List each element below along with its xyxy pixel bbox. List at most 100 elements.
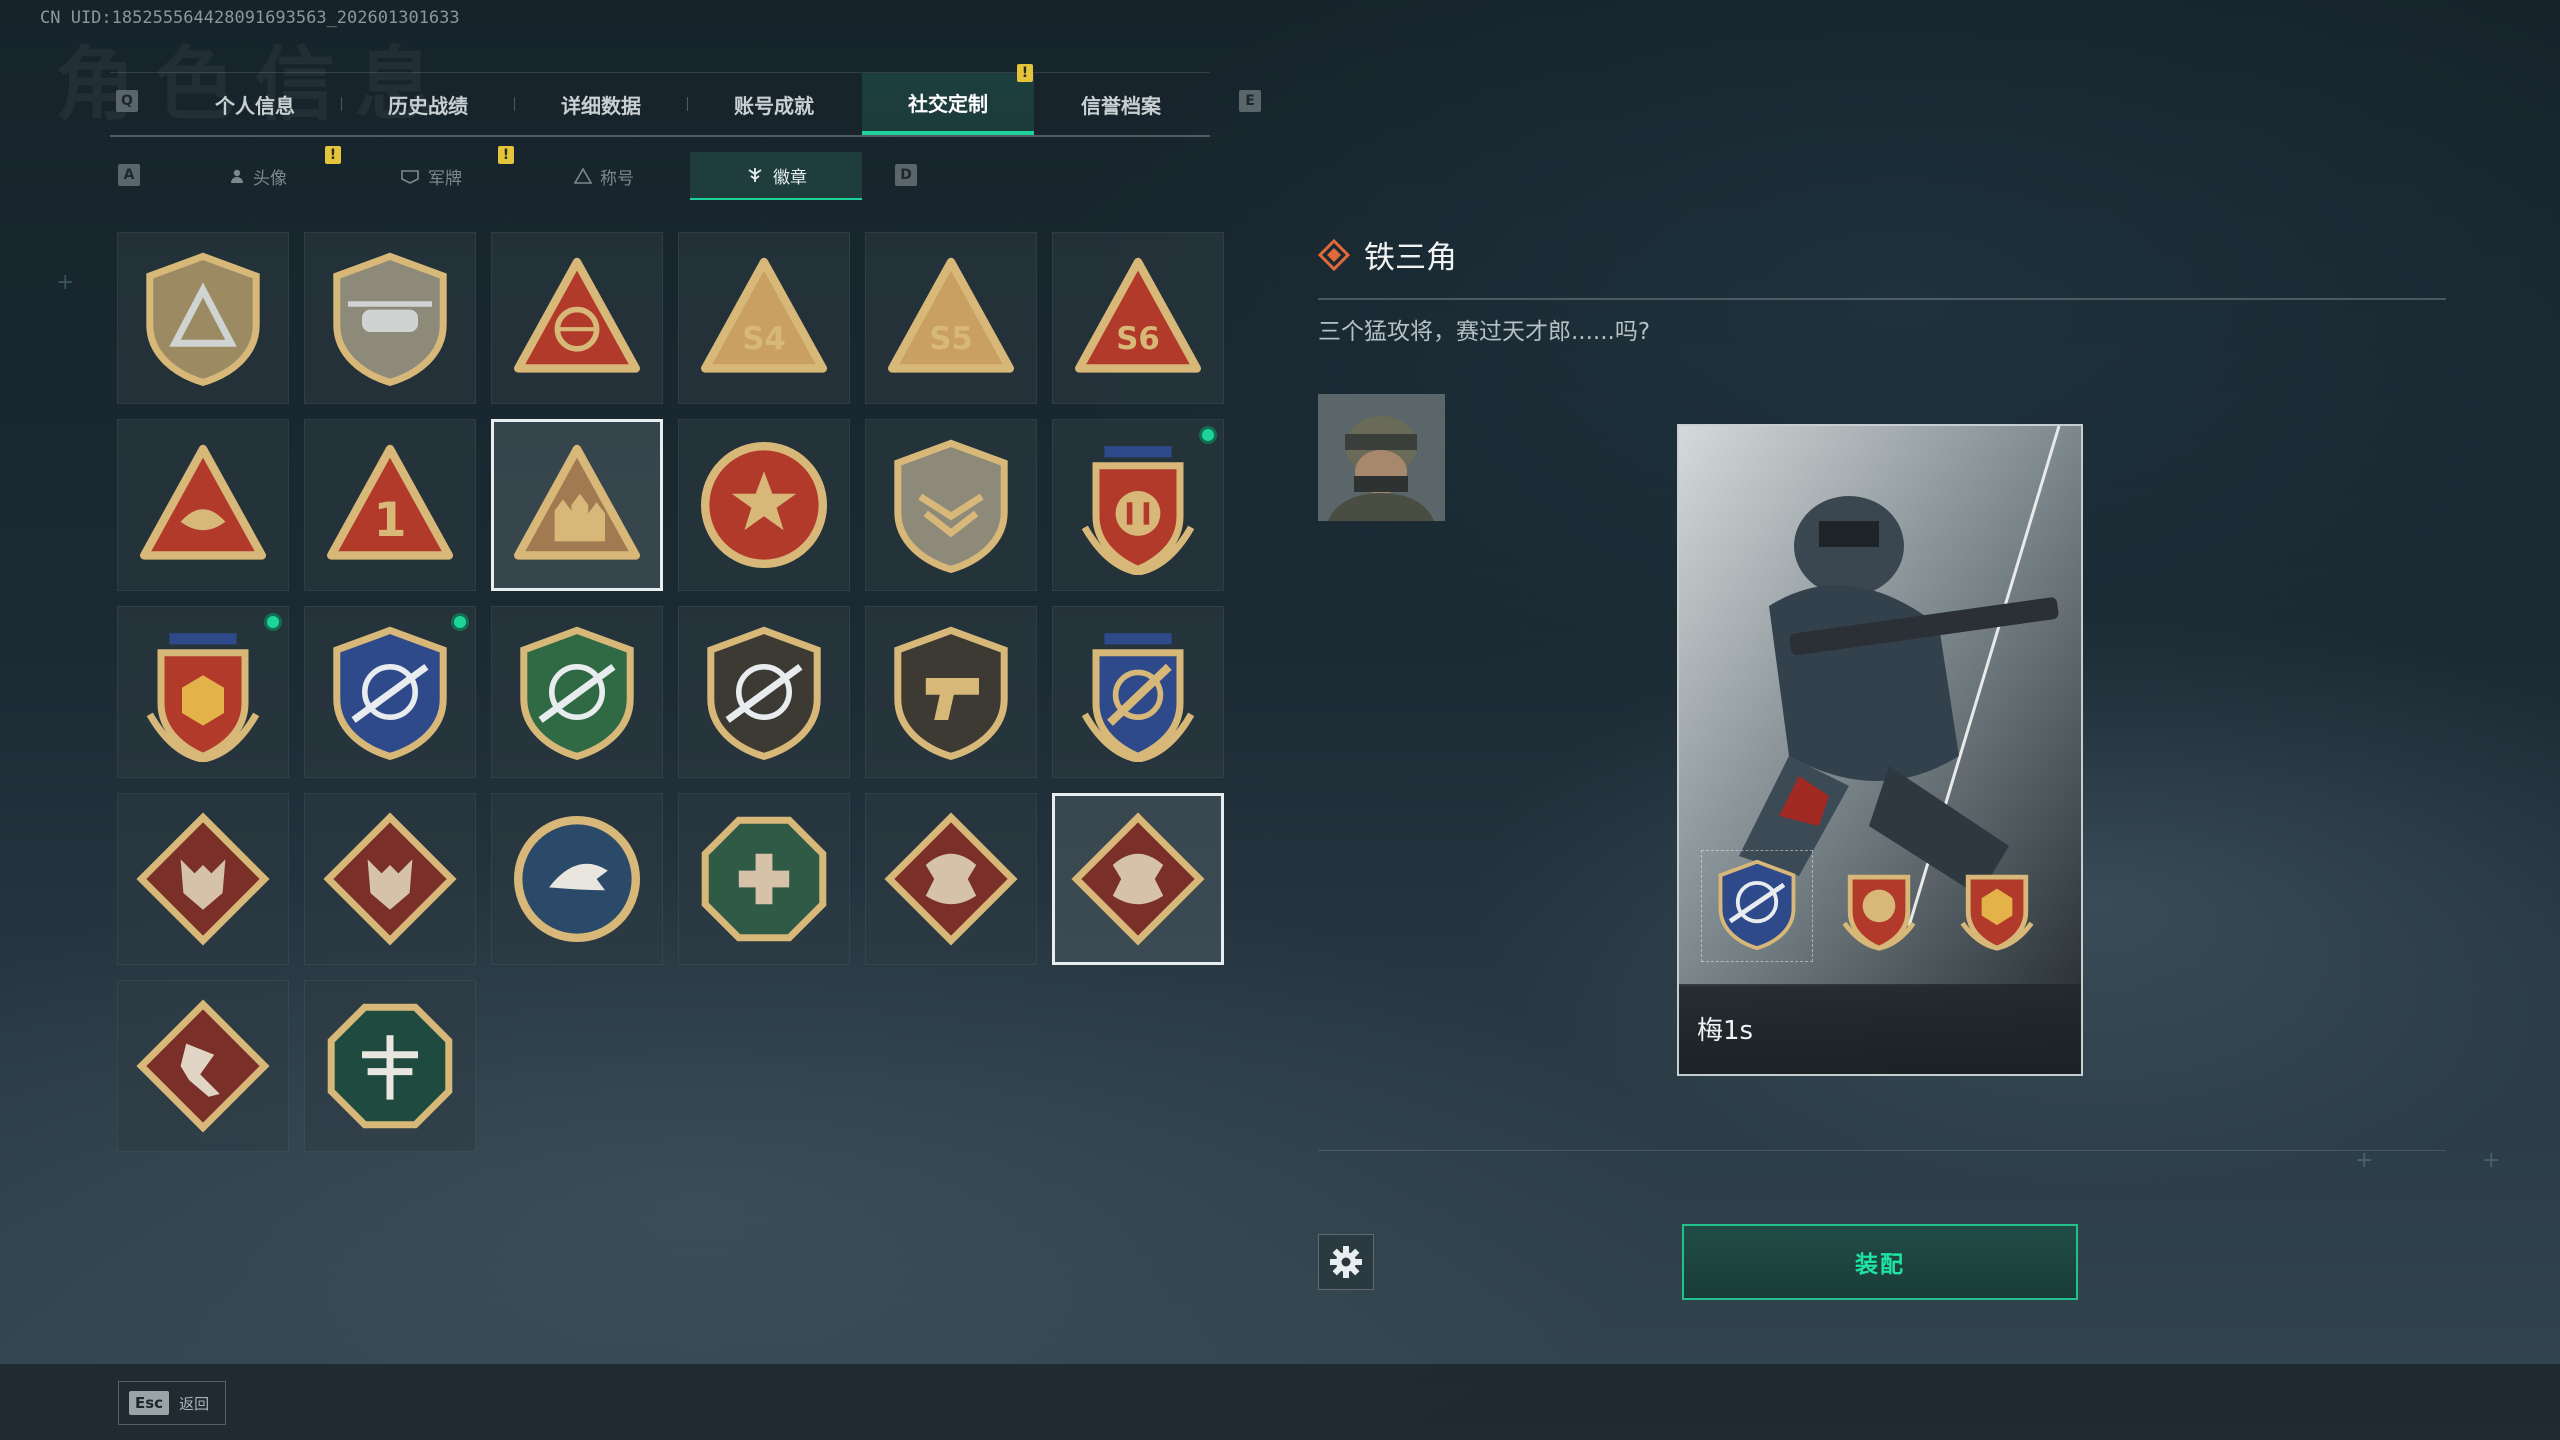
- diamond-rank-icon: [1318, 238, 1350, 271]
- badge-globe-triangle-icon: [514, 257, 640, 373]
- subtab-alert-icon: !: [498, 146, 514, 164]
- badge-dragon-1-icon: [884, 812, 1018, 946]
- subtab-badge-label: 徽章: [773, 167, 807, 188]
- badge-cell[interactable]: S4: [678, 232, 850, 404]
- badge-cell[interactable]: S6: [1052, 232, 1224, 404]
- badge-cell[interactable]: [678, 419, 850, 591]
- badge-icon: [748, 168, 762, 182]
- person-icon: [231, 169, 243, 183]
- subtab-title[interactable]: 称号: [518, 152, 690, 200]
- svg-text:S5: S5: [929, 321, 973, 357]
- badge-cell[interactable]: [865, 419, 1037, 591]
- badge-title: 铁三角: [1364, 240, 1457, 276]
- tab-history[interactable]: 历史战绩: [342, 73, 514, 135]
- badge-cell[interactable]: [678, 793, 850, 965]
- esc-key: Esc: [129, 1391, 170, 1415]
- badge-s6-icon: S6: [1075, 257, 1201, 373]
- subtab-next-key[interactable]: D: [895, 164, 917, 186]
- subtab-alert-icon: !: [325, 146, 341, 164]
- badge-number-one-icon: 1: [327, 444, 453, 560]
- badge-cell[interactable]: [491, 232, 663, 404]
- badge-cell[interactable]: [1052, 419, 1224, 591]
- svg-text:1: 1: [373, 493, 406, 548]
- equipped-badge-sniper-icon: [1718, 859, 1796, 951]
- badge-helicopter-icon: [333, 252, 447, 387]
- equip-button[interactable]: 装配: [1682, 1224, 2078, 1300]
- badge-squad-icon: [514, 444, 640, 560]
- tab-social-custom[interactable]: 社交定制: [862, 73, 1034, 135]
- dogtag-icon: [401, 170, 419, 184]
- badge-cell[interactable]: [117, 606, 289, 778]
- back-label: 返回: [179, 1394, 210, 1413]
- decor-cross-icon: +: [2482, 1148, 2501, 1173]
- badge-cell[interactable]: [304, 793, 476, 965]
- footer-bar: [0, 1364, 2560, 1440]
- badge-rifle-dark-icon: [707, 626, 821, 761]
- badge-dragon-2-icon: [1071, 812, 1205, 946]
- card-player-name: 梅1s: [1697, 1016, 1754, 1046]
- badge-sniper-blue-icon: [333, 626, 447, 761]
- badge-s4-icon: S4: [701, 257, 827, 373]
- badge-cell[interactable]: [117, 793, 289, 965]
- back-button[interactable]: Esc 返回: [118, 1381, 226, 1425]
- subtab-avatar-label: 头像: [253, 168, 287, 189]
- badge-hands-triangle-icon: [140, 444, 266, 560]
- title-icon: [574, 168, 592, 184]
- decor-cross-icon: +: [56, 270, 75, 295]
- badge-cell[interactable]: [304, 980, 476, 1152]
- tab-alert-icon: !: [1017, 64, 1033, 82]
- subtab-avatar[interactable]: 头像: [172, 152, 344, 200]
- card-name-bar: 梅1s: [1679, 984, 2081, 1074]
- badge-cell[interactable]: [1052, 606, 1224, 778]
- badge-crest-hex-icon: [146, 633, 260, 762]
- new-indicator-dot: [451, 613, 469, 631]
- decor-cross-icon: +: [2355, 1148, 2374, 1173]
- badge-dragonfly-icon: [327, 1003, 453, 1129]
- badge-crest-gold-icon: [1081, 446, 1195, 575]
- badge-cell[interactable]: [117, 232, 289, 404]
- badge-runner-icon: [136, 999, 270, 1133]
- badge-name-row: 铁三角: [1318, 232, 1457, 277]
- badge-sword-blue-icon: [1081, 633, 1195, 762]
- subtab-dogtag-label: 军牌: [428, 168, 462, 189]
- badge-cell[interactable]: [865, 606, 1037, 778]
- subtab-title-label: 称号: [600, 168, 634, 189]
- tab-achievements[interactable]: 账号成就: [688, 73, 860, 135]
- badge-cell[interactable]: [117, 980, 289, 1152]
- badge-medic-icon: [701, 816, 827, 942]
- svg-text:S4: S4: [742, 321, 786, 357]
- badge-cell[interactable]: [1052, 793, 1224, 965]
- badge-cell[interactable]: [491, 793, 663, 965]
- badge-wolf-1-icon: [136, 812, 270, 946]
- badge-star-medal-icon: [701, 442, 827, 568]
- badge-cell[interactable]: S5: [865, 232, 1037, 404]
- player-card: 梅1s: [1677, 424, 2083, 1076]
- badge-cell[interactable]: 1: [304, 419, 476, 591]
- badge-pistol-dark-icon: [894, 626, 1008, 761]
- badge-wings-shield-icon: [894, 439, 1008, 574]
- badge-triangle-shield-icon: [146, 252, 260, 387]
- badge-cell[interactable]: [491, 419, 663, 591]
- equipped-badge-crest-icon: [1842, 874, 1916, 951]
- tab-next-key[interactable]: E: [1239, 90, 1261, 112]
- badge-cell[interactable]: [491, 606, 663, 778]
- tab-reputation[interactable]: 信誉档案: [1035, 73, 1207, 135]
- new-indicator-dot: [1199, 426, 1217, 444]
- new-indicator-dot: [264, 613, 282, 631]
- subtab-badge[interactable]: 徽章: [690, 152, 862, 200]
- badge-cell[interactable]: [304, 606, 476, 778]
- tab-personal-info[interactable]: 个人信息: [169, 73, 341, 135]
- badge-cell[interactable]: [117, 419, 289, 591]
- subtab-dogtag[interactable]: 军牌: [345, 152, 517, 200]
- badge-cell[interactable]: [865, 793, 1037, 965]
- subtab-prev-key[interactable]: A: [118, 164, 140, 186]
- badge-cell[interactable]: [304, 232, 476, 404]
- uid-text: CN UID:18525556442809169356​3_2026013016…: [40, 8, 460, 28]
- gear-icon: [1330, 1246, 1362, 1278]
- badge-cell[interactable]: [678, 606, 850, 778]
- settings-button[interactable]: [1318, 1234, 1374, 1290]
- player-avatar: [1318, 394, 1445, 521]
- tab-details[interactable]: 详细数据: [515, 73, 687, 135]
- panel-bottom-divider: [1318, 1150, 2446, 1151]
- badge-description: 三个猛攻将，赛过天才郎......吗?: [1318, 319, 1651, 345]
